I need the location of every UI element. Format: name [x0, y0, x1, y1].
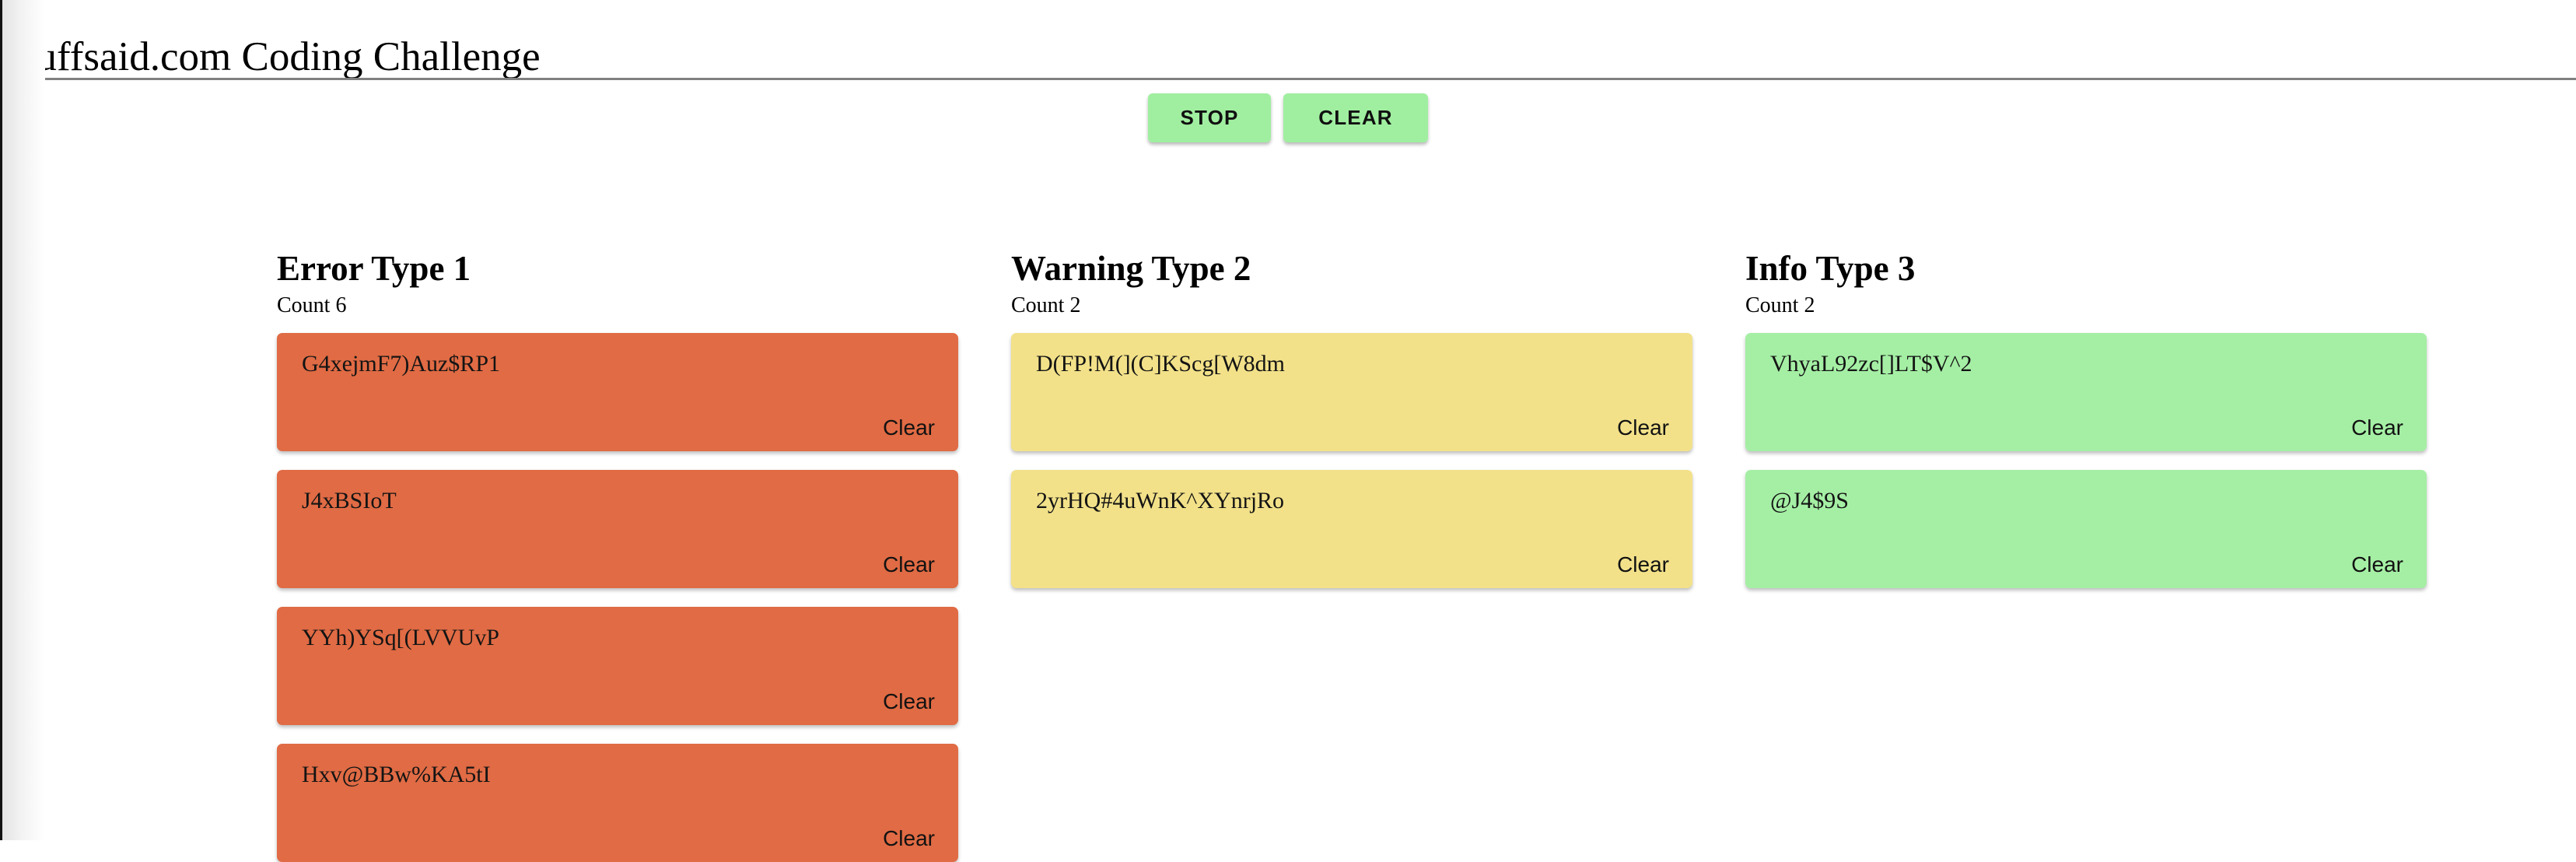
message-clear-button[interactable]: Clear: [883, 826, 935, 851]
page-root: nuffsaid.com Coding Challenge STOP CLEAR…: [0, 0, 2576, 840]
message-clear-button[interactable]: Clear: [1617, 415, 1669, 440]
message-card: G4xejmF7)Auz$RP1 Clear: [277, 333, 958, 451]
column-title: Info Type 3: [1745, 249, 2427, 288]
message-card-list: D(FP!M(](C]KScg[W8dmClear2yrHQ#4uWnK^XYn…: [1011, 333, 1692, 588]
window-left-border: [0, 0, 2, 840]
message-column: Error Type 1 Count 6 G4xejmF7)Auz$RP1 Clear…: [277, 249, 958, 862]
message-card: J4xBSIoT Clear: [277, 470, 958, 588]
page-title: nuffsaid.com Coding Challenge: [16, 33, 541, 81]
message-text: G4xejmF7)Auz$RP1: [302, 350, 935, 378]
message-text: @J4$9S: [1770, 487, 2403, 515]
column-count: Count 2: [1011, 293, 1692, 319]
window-left-gradient: [2, 0, 45, 840]
message-clear-button[interactable]: Clear: [883, 415, 935, 440]
message-text: Hxv@BBw%KA5tI: [302, 761, 935, 789]
message-card: YYh)YSq[(LVVUvP Clear: [277, 607, 958, 725]
message-text: VhyaL92zc[]LT$V^2: [1770, 350, 2403, 378]
message-card: VhyaL92zc[]LT$V^2 Clear: [1745, 333, 2427, 451]
message-card: @J4$9S Clear: [1745, 470, 2427, 588]
column-title: Warning Type 2: [1011, 249, 1692, 288]
toolbar: STOP CLEAR: [0, 93, 2576, 142]
message-text: D(FP!M(](C]KScg[W8dm: [1036, 350, 1669, 378]
message-column: Info Type 3 Count 2 VhyaL92zc[]LT$V^2 Clear…: [1745, 249, 2427, 588]
message-card: 2yrHQ#4uWnK^XYnrjRo Clear: [1011, 470, 1692, 588]
header-divider: [0, 78, 2576, 80]
column-count: Count 6: [277, 293, 958, 319]
message-clear-button[interactable]: Clear: [883, 689, 935, 714]
message-clear-button[interactable]: Clear: [883, 552, 935, 577]
message-card: D(FP!M(](C]KScg[W8dm Clear: [1011, 333, 1692, 451]
message-card: Hxv@BBw%KA5tI Clear: [277, 744, 958, 862]
column-title: Error Type 1: [277, 249, 958, 288]
column-count: Count 2: [1745, 293, 2427, 319]
message-column: Warning Type 2 Count 2 D(FP!M(](C]KScg[W8d…: [1011, 249, 1692, 588]
stop-button[interactable]: STOP: [1148, 93, 1271, 142]
message-clear-button[interactable]: Clear: [1617, 552, 1669, 577]
message-text: YYh)YSq[(LVVUvP: [302, 624, 935, 652]
message-card-list: VhyaL92zc[]LT$V^2 Clear @J4$9S Clear: [1745, 333, 2427, 588]
clear-all-button[interactable]: CLEAR: [1283, 93, 1428, 142]
message-text: 2yrHQ#4uWnK^XYnrjRo: [1036, 487, 1669, 515]
message-columns: Error Type 1 Count 6 G4xejmF7)Auz$RP1 Clear…: [277, 249, 2532, 862]
message-clear-button[interactable]: Clear: [2351, 415, 2403, 440]
message-clear-button[interactable]: Clear: [2351, 552, 2403, 577]
message-text: J4xBSIoT: [302, 487, 935, 515]
message-card-list: G4xejmF7)Auz$RP1ClearJ4xBSIoTClearYYh)YS…: [277, 333, 958, 862]
